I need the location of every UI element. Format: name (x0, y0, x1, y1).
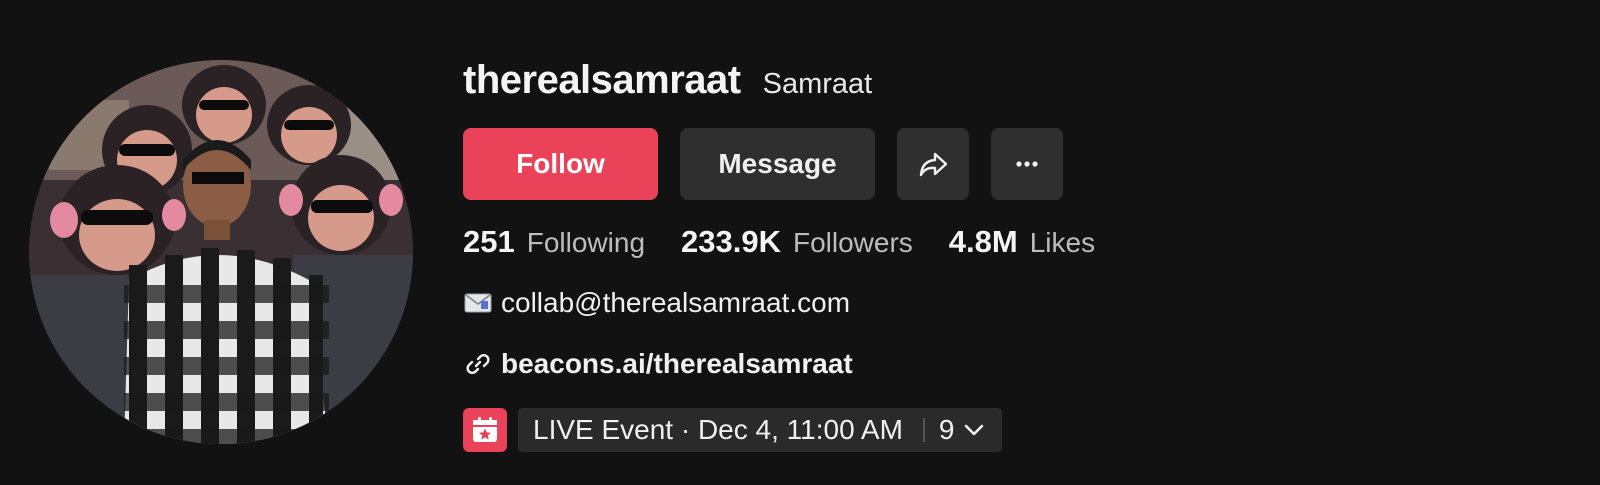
share-button[interactable] (897, 128, 969, 200)
calendar-star-icon (463, 408, 507, 452)
share-arrow-icon (919, 152, 948, 177)
bio-email-line: collab@therealsamraat.com (463, 287, 850, 319)
likes-count: 4.8M (948, 224, 1018, 259)
profile-stats: 251 Following 233.9K Followers 4.8M Like… (463, 224, 1095, 260)
link-icon (463, 349, 493, 379)
username: therealsamraat (463, 58, 741, 102)
following-label: Following (526, 227, 646, 258)
followers-count: 233.9K (681, 224, 781, 259)
stat-following[interactable]: 251 Following (463, 224, 645, 260)
bio-email: collab@therealsamraat.com (501, 287, 851, 318)
stat-likes: 4.8M Likes (949, 224, 1095, 260)
followers-label: Followers (792, 227, 913, 258)
envelope-icon (463, 288, 493, 318)
following-count: 251 (463, 224, 515, 259)
more-button[interactable] (991, 128, 1063, 200)
profile-actions: Follow Message (463, 128, 1063, 200)
message-button[interactable]: Message (680, 128, 875, 200)
profile-info: therealsamraat Samraat Follow Message 25… (463, 0, 1563, 485)
avatar-photo (29, 60, 413, 444)
event-divider (922, 418, 925, 442)
likes-label: Likes (1029, 227, 1096, 258)
live-event-row: LIVE Event · Dec 4, 11:00 AM 9 (463, 408, 1003, 452)
event-count: 9 (938, 414, 955, 445)
bio-link[interactable]: beacons.ai/therealsamraat (501, 348, 853, 380)
live-event-pill[interactable]: LIVE Event · Dec 4, 11:00 AM 9 (518, 408, 1003, 452)
follow-button[interactable]: Follow (463, 128, 658, 200)
live-event-label: LIVE Event · Dec 4, 11:00 AM (533, 414, 903, 445)
nickname: Samraat (762, 68, 873, 100)
name-row: therealsamraat Samraat (463, 58, 872, 103)
stat-followers[interactable]: 233.9K Followers (681, 224, 913, 260)
more-dots-icon (1016, 161, 1038, 167)
profile-avatar[interactable] (29, 60, 413, 444)
bio-link-line[interactable]: beacons.ai/therealsamraat (463, 348, 853, 380)
chevron-down-icon (964, 424, 984, 436)
